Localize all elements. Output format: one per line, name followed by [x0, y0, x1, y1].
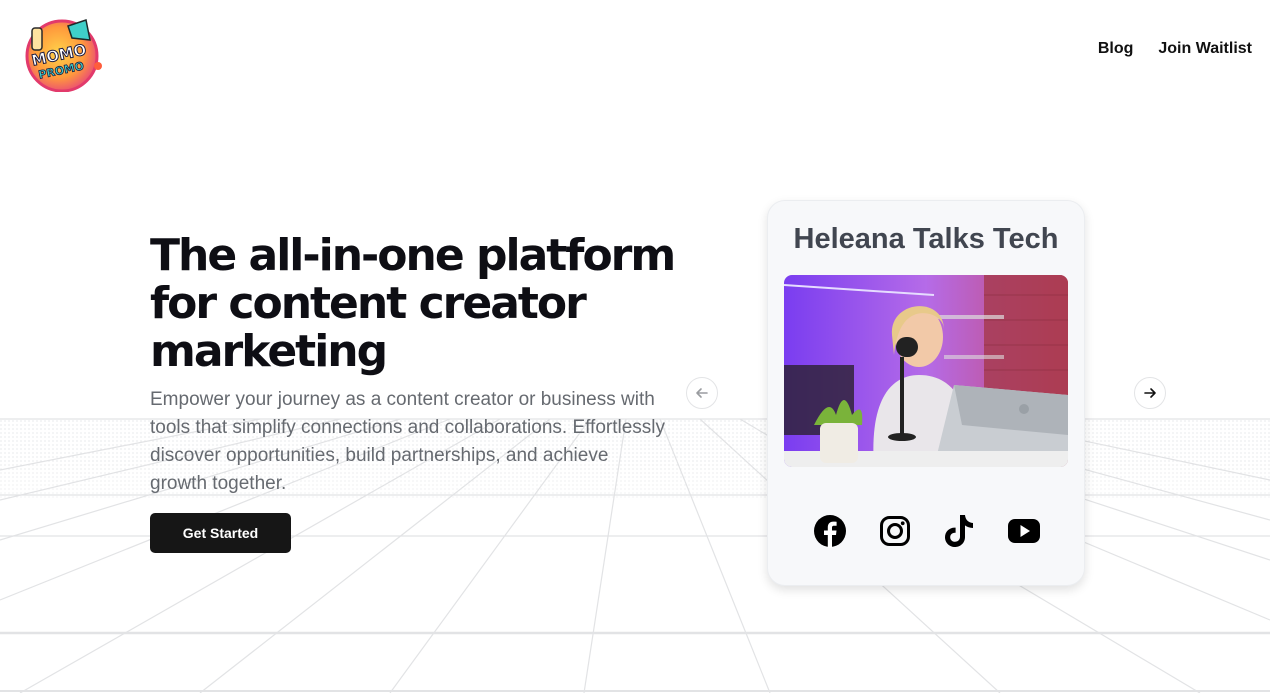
tiktok-link[interactable] — [941, 513, 977, 549]
facebook-icon — [814, 515, 846, 548]
instagram-icon — [879, 516, 910, 546]
social-links — [812, 513, 1042, 549]
carousel-next-button[interactable] — [1134, 377, 1166, 409]
tiktok-icon — [945, 515, 974, 547]
creator-card[interactable]: Heleana Talks Tech — [767, 200, 1085, 586]
nav-link-join-waitlist[interactable]: Join Waitlist — [1158, 40, 1252, 58]
momo-promo-logo[interactable]: MOMO PROMO — [24, 18, 104, 92]
creator-photo — [784, 275, 1068, 467]
arrow-left-icon — [696, 388, 708, 398]
facebook-link[interactable] — [812, 513, 848, 549]
youtube-icon — [1007, 519, 1040, 543]
youtube-link[interactable] — [1006, 513, 1042, 549]
top-nav: Blog Join Waitlist — [1098, 40, 1252, 58]
get-started-button[interactable]: Get Started — [150, 513, 291, 553]
hero-subtitle: Empower your journey as a content creato… — [150, 389, 666, 494]
site-header: MOMO PROMO Blog Join Waitlist — [0, 0, 1270, 110]
carousel-prev-button[interactable] — [686, 377, 718, 409]
arrow-right-icon — [1144, 388, 1156, 398]
instagram-link[interactable] — [877, 513, 913, 549]
nav-link-blog[interactable]: Blog — [1098, 40, 1134, 58]
creator-name: Heleana Talks Tech — [793, 223, 1059, 255]
hero-title: The all-in-one platform for content crea… — [150, 230, 676, 377]
